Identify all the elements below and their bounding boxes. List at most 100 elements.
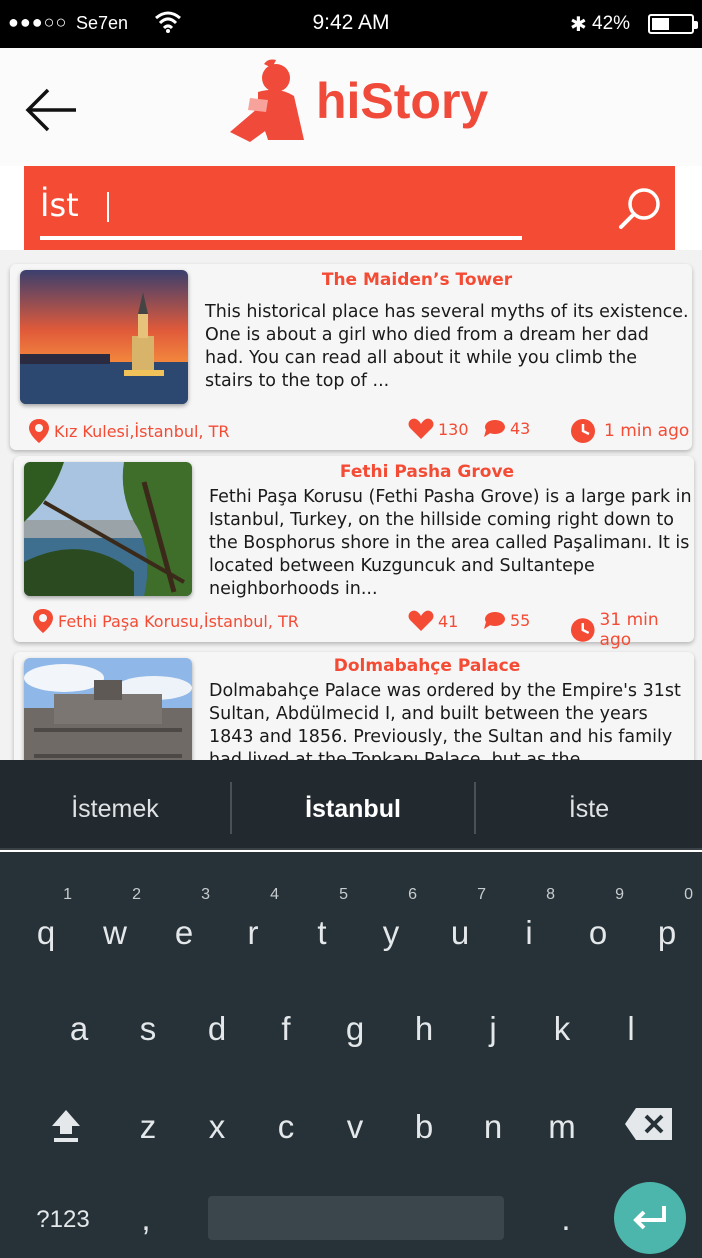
key-label: u xyxy=(450,914,470,951)
card-location[interactable]: Fethi Paşa Korusu,İstanbul, TR xyxy=(32,608,299,634)
key-f[interactable]: f xyxy=(256,988,316,1068)
key-label: x xyxy=(208,1108,226,1145)
card-location[interactable]: Kız Kulesi,İstanbul, TR xyxy=(28,418,230,444)
search-icon[interactable] xyxy=(618,186,662,230)
key-j[interactable]: j xyxy=(463,988,523,1068)
suggestion-item[interactable]: İstemek xyxy=(0,760,230,850)
key-s[interactable]: s xyxy=(118,988,178,1068)
key-a[interactable]: a xyxy=(49,988,109,1068)
key-label: h xyxy=(414,1010,434,1047)
card-timestamp: 1 min ago xyxy=(570,418,689,444)
key-y[interactable]: 6y xyxy=(361,886,421,972)
key-label: , xyxy=(141,1200,151,1237)
result-card[interactable]: The Maiden’s Tower This historical place… xyxy=(10,264,692,450)
result-card[interactable]: Dolmabahçe Palace Dolmabahçe Palace was … xyxy=(14,652,694,760)
backspace-key[interactable] xyxy=(618,1086,680,1166)
space-bar[interactable] xyxy=(208,1196,504,1240)
key-label: o xyxy=(588,914,608,951)
key-p[interactable]: 0p xyxy=(637,886,697,972)
location-pin-icon xyxy=(29,419,49,443)
key-label: w xyxy=(103,914,127,951)
card-description: This historical place has several myths … xyxy=(205,302,689,391)
comments-count[interactable]: 55 xyxy=(482,610,530,630)
heart-icon xyxy=(408,418,434,439)
result-card[interactable]: Fethi Pasha Grove Fethi Paşa Korusu (Fet… xyxy=(14,456,694,650)
key-label: z xyxy=(139,1108,157,1145)
key-n[interactable]: n xyxy=(463,1086,523,1166)
card-description: Fethi Paşa Korusu (Fethi Pasha Grove) is… xyxy=(209,487,692,599)
suggestion-item[interactable]: İstanbul xyxy=(232,760,474,850)
results-list[interactable]: The Maiden’s Tower This historical place… xyxy=(0,250,702,760)
time-ago-text: 1 min ago xyxy=(604,421,690,441)
comment-icon xyxy=(484,420,505,437)
card-title[interactable]: The Maiden’s Tower xyxy=(182,270,652,290)
app-header: hiStory xyxy=(0,48,702,166)
search-input[interactable] xyxy=(40,184,522,226)
key-label: l xyxy=(627,1010,635,1047)
reading-child-logo xyxy=(230,59,304,142)
key-b[interactable]: b xyxy=(394,1086,454,1166)
suggestion-item[interactable]: İste xyxy=(476,760,702,850)
key-label: k xyxy=(553,1010,571,1047)
key-label: ?123 xyxy=(36,1206,90,1233)
search-bar xyxy=(24,166,675,250)
key-label: v xyxy=(346,1108,364,1145)
fethi-pasha-grove-photo xyxy=(24,462,192,596)
likes-count[interactable]: 41 xyxy=(408,610,458,632)
key-h[interactable]: h xyxy=(394,988,454,1068)
likes-count[interactable]: 130 xyxy=(408,418,469,440)
enter-icon xyxy=(633,1206,666,1230)
key-g[interactable]: g xyxy=(325,988,385,1068)
symbols-key[interactable]: ?123 xyxy=(26,1182,100,1258)
key-m[interactable]: m xyxy=(532,1086,592,1166)
key-o[interactable]: 9o xyxy=(568,886,628,972)
enter-key[interactable] xyxy=(614,1182,686,1254)
key-label: m xyxy=(548,1108,576,1145)
key-hint: 9 xyxy=(615,886,624,903)
key-x[interactable]: x xyxy=(187,1086,247,1166)
card-timestamp: 31 min ago xyxy=(570,610,694,650)
shift-key[interactable] xyxy=(36,1086,96,1166)
key-label: c xyxy=(277,1108,295,1145)
key-t[interactable]: 5t xyxy=(292,886,352,972)
period-key[interactable]: . xyxy=(536,1182,596,1258)
key-v[interactable]: v xyxy=(325,1086,385,1166)
card-title[interactable]: Dolmabahçe Palace xyxy=(192,656,662,676)
key-d[interactable]: d xyxy=(187,988,247,1068)
clock-icon xyxy=(571,419,595,443)
key-r[interactable]: 4r xyxy=(223,886,283,972)
key-hint: 5 xyxy=(339,886,348,903)
key-hint: 3 xyxy=(201,886,210,903)
key-label: g xyxy=(345,1010,365,1047)
key-c[interactable]: c xyxy=(256,1086,316,1166)
key-z[interactable]: z xyxy=(118,1086,178,1166)
key-label: i xyxy=(525,914,533,951)
time-ago-text: 31 min ago xyxy=(599,610,659,650)
arrow-left-icon[interactable] xyxy=(24,88,80,132)
comments-text: 43 xyxy=(510,418,531,438)
key-u[interactable]: 7u xyxy=(430,886,490,972)
key-hint: 6 xyxy=(408,886,417,903)
key-l[interactable]: l xyxy=(601,988,661,1068)
key-label: r xyxy=(247,914,259,951)
key-hint: 8 xyxy=(546,886,555,903)
key-hint: 1 xyxy=(63,886,72,903)
soft-keyboard: 1q 2w 3e 4r 5t 6y 7u 8i 9o 0p a s d f g … xyxy=(0,852,702,1258)
key-i[interactable]: 8i xyxy=(499,886,559,972)
text-cursor xyxy=(107,192,109,222)
location-text: Fethi Paşa Korusu,İstanbul, TR xyxy=(58,611,299,631)
dolmabahce-palace-photo xyxy=(24,658,192,760)
key-w[interactable]: 2w xyxy=(85,886,145,972)
key-label: t xyxy=(317,914,327,951)
key-e[interactable]: 3e xyxy=(154,886,214,972)
comments-count[interactable]: 43 xyxy=(482,418,530,438)
app-name: hiStory xyxy=(316,73,489,129)
key-q[interactable]: 1q xyxy=(16,886,76,972)
comma-key[interactable]: , xyxy=(116,1182,176,1258)
key-label: j xyxy=(489,1010,497,1047)
card-title[interactable]: Fethi Pasha Grove xyxy=(192,462,662,482)
key-label: q xyxy=(36,914,56,951)
key-label: p xyxy=(657,914,677,951)
key-k[interactable]: k xyxy=(532,988,592,1068)
heart-icon xyxy=(408,610,434,631)
